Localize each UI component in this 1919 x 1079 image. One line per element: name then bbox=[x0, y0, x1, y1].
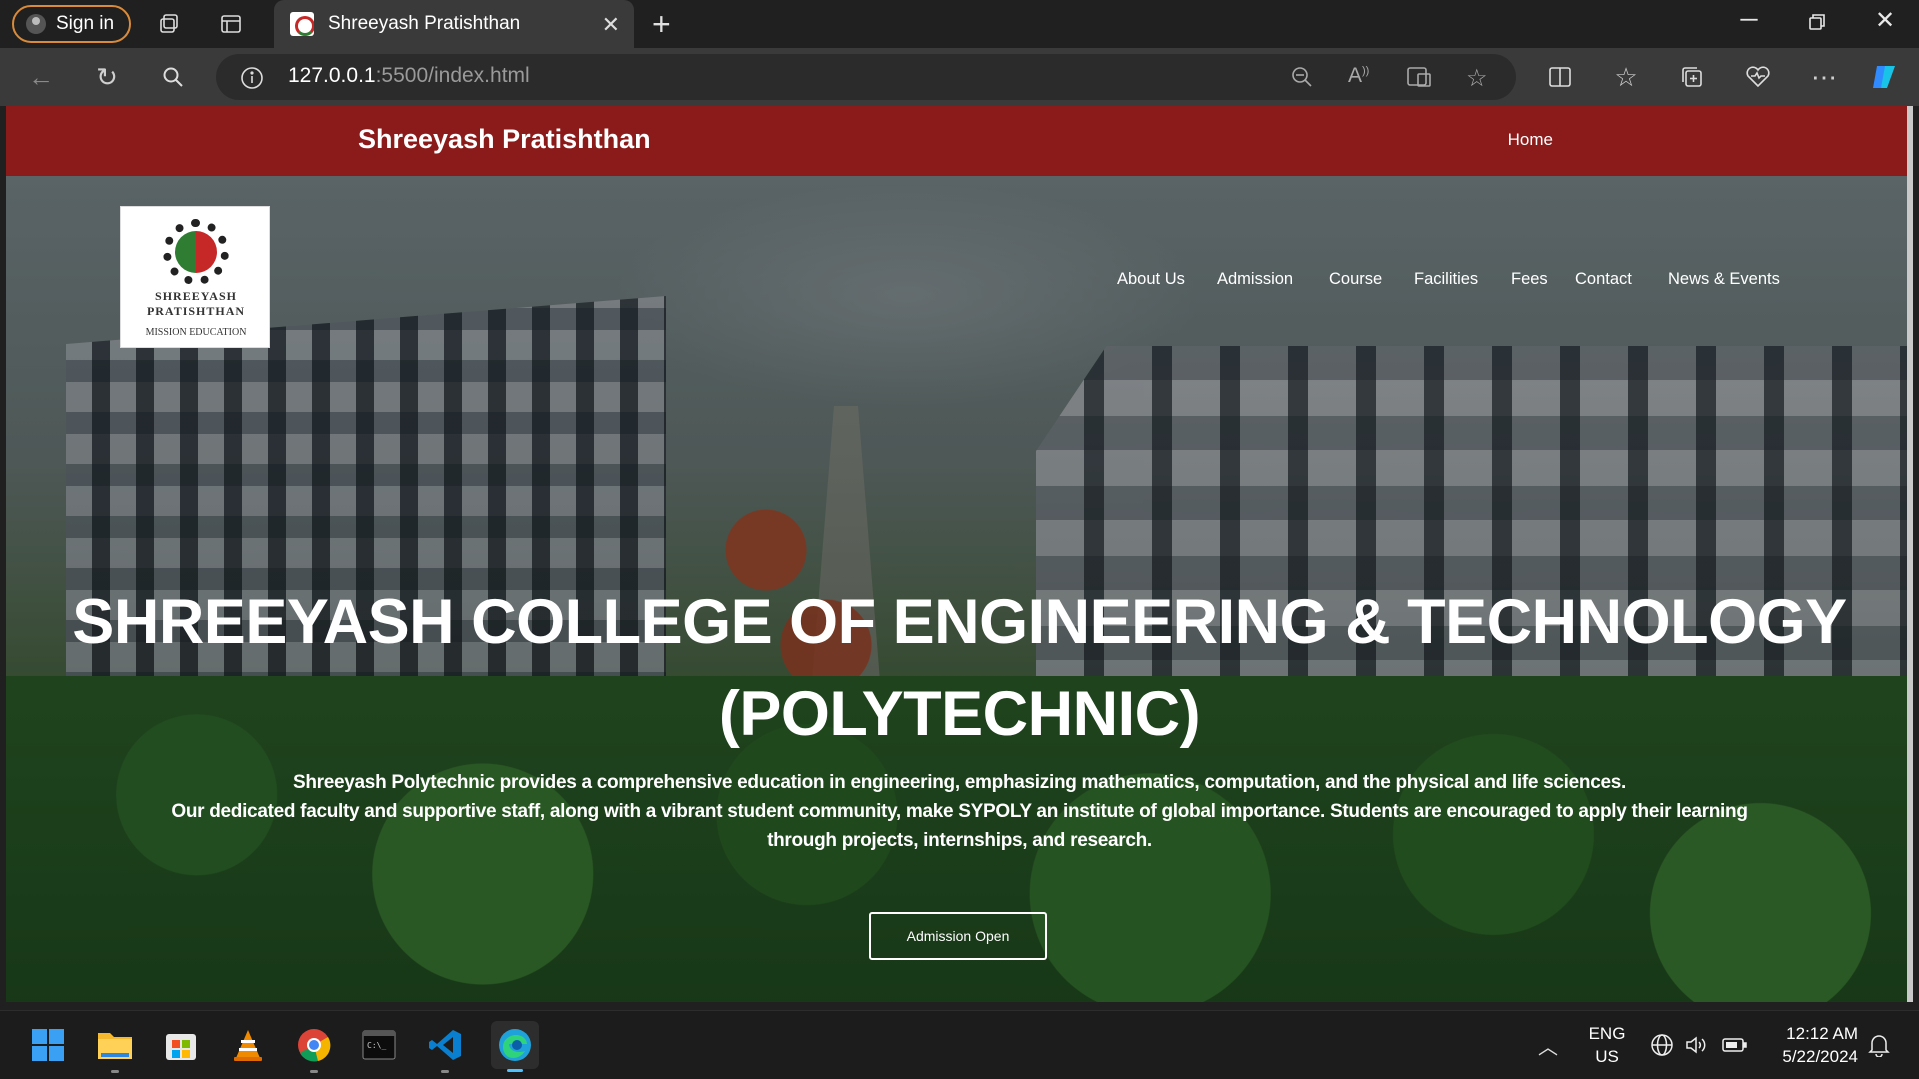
browser-toolbar: ← ↻ 127.0.0.1:5500/index.html A)) ☆ ☆ ⋯ bbox=[0, 48, 1919, 106]
clock[interactable]: 12:12 AM 5/22/2024 bbox=[1766, 1022, 1858, 1068]
running-indicator bbox=[441, 1070, 449, 1073]
store-icon[interactable] bbox=[161, 1025, 201, 1065]
sign-in-button[interactable]: Sign in bbox=[12, 5, 131, 43]
running-indicator bbox=[310, 1070, 318, 1073]
hero-title: SHREEYASH COLLEGE OF ENGINEERING & TECHN… bbox=[46, 576, 1873, 760]
nav-fees[interactable]: Fees bbox=[1511, 270, 1548, 289]
nav-about-us[interactable]: About Us bbox=[1117, 270, 1185, 289]
logo-text-top: SHREEYASH PRATISHTHAN bbox=[146, 289, 246, 318]
hero-title-line1: SHREEYASH COLLEGE OF ENGINEERING & TECHN… bbox=[72, 587, 1847, 657]
copilot-icon[interactable] bbox=[1869, 62, 1899, 92]
read-aloud-icon[interactable]: A)) bbox=[1348, 64, 1369, 88]
page-scrollbar[interactable] bbox=[1907, 106, 1913, 1002]
back-arrow-icon[interactable]: ← bbox=[26, 62, 56, 92]
hero-desc-line2: Our dedicated faculty and supportive sta… bbox=[171, 801, 1748, 822]
nav-course[interactable]: Course bbox=[1329, 270, 1382, 289]
institution-logo[interactable]: SHREEYASH PRATISHTHAN MISSION EDUCATION bbox=[120, 206, 270, 348]
url-path: :5500/index.html bbox=[375, 64, 530, 87]
terminal-icon[interactable]: C:\_ bbox=[359, 1025, 399, 1065]
vertical-tabs-icon[interactable] bbox=[217, 10, 245, 38]
nav-news-events[interactable]: News & Events bbox=[1668, 270, 1780, 289]
url-text[interactable]: 127.0.0.1:5500/index.html bbox=[288, 64, 530, 88]
hero-description: Shreeyash Polytechnic provides a compreh… bbox=[96, 768, 1823, 855]
keyboard-layout: US bbox=[1595, 1047, 1619, 1066]
nav-contact[interactable]: Contact bbox=[1575, 270, 1632, 289]
site-favicon-icon bbox=[290, 12, 314, 36]
minimize-button[interactable]: ─ bbox=[1729, 6, 1769, 34]
nav-admission[interactable]: Admission bbox=[1217, 270, 1293, 289]
profile-avatar-icon bbox=[26, 14, 46, 34]
sign-in-label: Sign in bbox=[56, 13, 115, 34]
favorite-star-icon[interactable]: ☆ bbox=[1466, 64, 1488, 93]
chrome-icon[interactable] bbox=[294, 1025, 334, 1073]
collections-icon[interactable] bbox=[1677, 62, 1707, 92]
url-host: 127.0.0.1 bbox=[288, 64, 376, 87]
browser-essentials-icon[interactable] bbox=[1743, 62, 1773, 92]
refresh-icon[interactable]: ↻ bbox=[92, 62, 122, 92]
restore-button[interactable] bbox=[1797, 10, 1837, 38]
file-explorer-icon[interactable] bbox=[95, 1025, 135, 1073]
svg-text:C:\_: C:\_ bbox=[367, 1041, 386, 1050]
active-tab[interactable]: Shreeyash Pratishthan ✕ bbox=[274, 0, 634, 48]
new-tab-button[interactable]: + bbox=[652, 6, 671, 43]
zoom-out-icon[interactable] bbox=[1290, 65, 1314, 94]
show-hidden-icons-chevron-icon[interactable]: ︿ bbox=[1538, 1031, 1558, 1060]
hero-title-line2: (POLYTECHNIC) bbox=[718, 679, 1201, 749]
vlc-icon[interactable] bbox=[228, 1025, 268, 1065]
close-window-button[interactable]: ✕ bbox=[1865, 6, 1905, 35]
language-indicator[interactable]: ENG US bbox=[1584, 1022, 1630, 1068]
logo-emblem-icon bbox=[175, 231, 217, 273]
clock-time: 12:12 AM bbox=[1786, 1024, 1858, 1043]
language-code: ENG bbox=[1588, 1024, 1626, 1043]
tab-title: Shreeyash Pratishthan bbox=[328, 13, 521, 34]
clock-date: 5/22/2024 bbox=[1782, 1047, 1858, 1066]
more-options-icon[interactable]: ⋯ bbox=[1809, 62, 1839, 92]
start-icon[interactable] bbox=[28, 1025, 68, 1065]
site-brand[interactable]: Shreeyash Pratishthan bbox=[358, 124, 651, 155]
hero-desc-line3: through projects, internships, and resea… bbox=[767, 830, 1152, 851]
volume-icon[interactable] bbox=[1684, 1033, 1708, 1062]
site-info-icon[interactable] bbox=[240, 66, 264, 95]
immersive-reader-icon[interactable] bbox=[1406, 65, 1432, 94]
hero-desc-line1: Shreeyash Polytechnic provides a compreh… bbox=[292, 772, 1627, 793]
nav-home-link[interactable]: Home bbox=[1508, 130, 1553, 150]
site-header: Shreeyash Pratishthan Home bbox=[6, 106, 1913, 176]
active-indicator bbox=[507, 1069, 523, 1072]
windows-taskbar: C:\_ ︿ ENG US 12:12 AM 5/22/2024 bbox=[0, 1010, 1919, 1079]
favorites-icon[interactable]: ☆ bbox=[1611, 62, 1641, 92]
page-viewport: Shreeyash Pratishthan Home SHREEYASH PRA… bbox=[6, 106, 1913, 1002]
network-globe-icon[interactable] bbox=[1650, 1033, 1674, 1062]
address-bar[interactable]: 127.0.0.1:5500/index.html A)) ☆ bbox=[216, 54, 1516, 100]
admission-open-button[interactable]: Admission Open bbox=[869, 912, 1047, 960]
search-icon[interactable] bbox=[158, 62, 188, 92]
close-tab-icon[interactable]: ✕ bbox=[602, 12, 620, 38]
workspaces-icon[interactable] bbox=[155, 10, 183, 38]
nav-facilities[interactable]: Facilities bbox=[1414, 270, 1478, 289]
vscode-icon[interactable] bbox=[425, 1025, 465, 1073]
notifications-bell-icon[interactable] bbox=[1868, 1033, 1890, 1062]
browser-tab-strip: Sign in Shreeyash Pratishthan ✕ + ─ ✕ bbox=[0, 0, 1919, 48]
edge-icon[interactable] bbox=[491, 1021, 539, 1072]
logo-text-bottom: MISSION EDUCATION bbox=[145, 327, 247, 338]
split-screen-icon[interactable] bbox=[1545, 62, 1575, 92]
running-indicator bbox=[111, 1070, 119, 1073]
battery-icon[interactable] bbox=[1722, 1035, 1748, 1060]
